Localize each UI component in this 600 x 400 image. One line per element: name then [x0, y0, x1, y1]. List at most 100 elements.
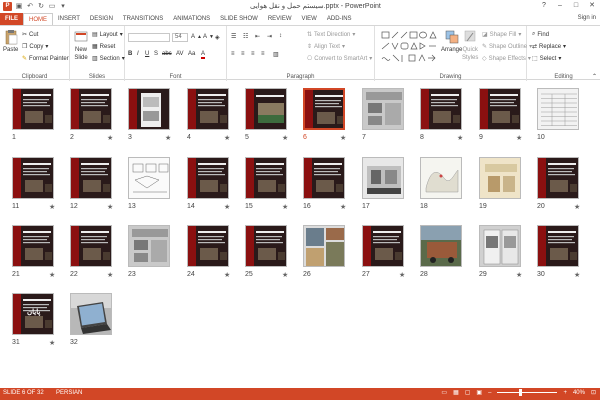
slideshow-view-icon[interactable]: ▣ [476, 389, 482, 396]
animation-star-icon[interactable]: ★ [107, 203, 113, 211]
shapes-gallery-icon[interactable] [381, 31, 439, 65]
slide-thumbnail[interactable] [479, 157, 521, 199]
line-spacing-button[interactable]: ↕ [279, 33, 282, 39]
slide-thumbnail[interactable] [128, 157, 170, 199]
align-text-button[interactable]: ⇕ Align Text ▾ [307, 43, 345, 51]
zoom-level[interactable]: 40% [573, 390, 585, 396]
justify-button[interactable]: ≡ [261, 51, 265, 57]
sign-in-link[interactable]: Sign in [578, 15, 596, 21]
slide-thumbnail[interactable] [128, 88, 170, 130]
quick-styles-button[interactable]: Quick Styles [462, 29, 478, 61]
slide-thumbnail[interactable] [245, 88, 287, 130]
minimize-icon[interactable]: – [552, 0, 568, 10]
slide-thumbnail[interactable] [537, 88, 579, 130]
animation-star-icon[interactable]: ★ [282, 271, 288, 279]
layout-button[interactable]: ▤ Layout ▾ [92, 31, 123, 39]
align-right-button[interactable]: ≡ [251, 51, 255, 57]
slide-thumbnail[interactable] [420, 157, 462, 199]
shape-effects-button[interactable]: ◇ Shape Effects ▾ [482, 55, 531, 63]
slide-thumbnail[interactable] [12, 225, 54, 267]
paste-button[interactable]: Paste [3, 29, 18, 53]
char-spacing-button[interactable]: AV [176, 51, 184, 57]
font-size-input[interactable]: 54 [172, 33, 188, 42]
animation-star-icon[interactable]: ★ [49, 339, 55, 347]
tab-insert[interactable]: INSERT [53, 13, 85, 25]
animation-star-icon[interactable]: ★ [49, 203, 55, 211]
normal-view-icon[interactable]: ▭ [441, 389, 447, 396]
undo-icon[interactable]: ↶ [26, 2, 34, 10]
increase-font-button[interactable]: A ▲ [191, 34, 202, 40]
slide-thumbnail[interactable] [537, 225, 579, 267]
slide-thumbnail[interactable] [187, 88, 229, 130]
select-button[interactable]: ⬚ Select ▾ [532, 55, 561, 63]
tab-add-ins[interactable]: ADD-INS [322, 13, 357, 25]
zoom-out-button[interactable]: – [488, 390, 491, 396]
zoom-in-button[interactable]: + [563, 390, 567, 396]
columns-button[interactable]: ▥ [273, 51, 279, 58]
find-button[interactable]: ⌕ Find [532, 31, 549, 38]
section-button[interactable]: ▥ Section ▾ [92, 55, 125, 63]
tab-view[interactable]: VIEW [297, 13, 322, 25]
tab-transitions[interactable]: TRANSITIONS [118, 13, 168, 25]
animation-star-icon[interactable]: ★ [399, 271, 405, 279]
shadow-button[interactable]: S [154, 51, 158, 57]
language-indicator[interactable]: PERSIAN [56, 390, 82, 396]
reading-view-icon[interactable]: ▢ [465, 389, 471, 396]
format-painter-button[interactable]: ✎ Format Painter [22, 55, 69, 63]
font-color-button[interactable]: A [201, 51, 206, 59]
copy-button[interactable]: ❐ Copy ▾ [22, 43, 48, 51]
zoom-slider-thumb[interactable] [519, 389, 523, 396]
tab-animations[interactable]: ANIMATIONS [168, 13, 215, 25]
slide-thumbnail[interactable] [70, 88, 112, 130]
slide-thumbnail[interactable] [362, 225, 404, 267]
animation-star-icon[interactable]: ★ [282, 203, 288, 211]
animation-star-icon[interactable]: ★ [574, 203, 580, 211]
animation-star-icon[interactable]: ★ [457, 134, 463, 142]
slide-thumbnail[interactable] [12, 157, 54, 199]
animation-star-icon[interactable]: ★ [516, 271, 522, 279]
animation-star-icon[interactable]: ★ [282, 134, 288, 142]
animation-star-icon[interactable]: ★ [49, 271, 55, 279]
fit-slide-icon[interactable]: ⊡ [591, 389, 596, 396]
shape-fill-button[interactable]: ◪ Shape Fill ▾ [482, 31, 521, 39]
font-name-input[interactable] [128, 33, 170, 42]
new-slide-button[interactable]: New Slide [74, 29, 88, 61]
animation-star-icon[interactable]: ★ [224, 203, 230, 211]
slide-thumbnail[interactable] [362, 88, 404, 130]
redo-icon[interactable]: ↻ [37, 2, 45, 10]
slide-thumbnail[interactable] [245, 157, 287, 199]
change-case-button[interactable]: Aa [188, 51, 195, 57]
animation-star-icon[interactable]: ★ [224, 271, 230, 279]
arrange-button[interactable]: Arrange [441, 29, 462, 53]
text-direction-button[interactable]: ⇅ Text Direction ▾ [307, 31, 355, 39]
slide-thumbnail[interactable] [70, 293, 112, 335]
slide-thumbnail[interactable] [70, 225, 112, 267]
animation-star-icon[interactable]: ★ [340, 134, 346, 142]
slide-thumbnail[interactable] [128, 225, 170, 267]
decrease-font-button[interactable]: A ▼ [203, 34, 214, 40]
slide-thumbnail[interactable] [420, 225, 462, 267]
zoom-slider[interactable] [497, 389, 558, 396]
bullets-button[interactable]: ☰ [231, 33, 236, 40]
animation-star-icon[interactable]: ★ [107, 134, 113, 142]
animation-star-icon[interactable]: ★ [574, 271, 580, 279]
slide-thumbnail[interactable] [245, 225, 287, 267]
collapse-ribbon-icon[interactable]: ⌃ [592, 73, 597, 80]
align-left-button[interactable]: ≡ [231, 51, 235, 57]
shape-outline-button[interactable]: ✎ Shape Outline ▾ [482, 43, 532, 51]
clear-formatting-icon[interactable]: ◈ [215, 34, 220, 41]
start-slideshow-icon[interactable]: ▭ [48, 2, 56, 10]
align-center-button[interactable]: ≡ [241, 51, 245, 57]
animation-star-icon[interactable]: ★ [224, 134, 230, 142]
replace-button[interactable]: ⇄ Replace ▾ [532, 43, 566, 51]
reset-button[interactable]: ▦ Reset [92, 43, 115, 51]
save-icon[interactable]: ▣ [15, 2, 23, 10]
convert-smartart-button[interactable]: ⎔ Convert to SmartArt ▾ [307, 55, 372, 63]
tab-review[interactable]: REVIEW [263, 13, 297, 25]
maximize-icon[interactable]: □ [568, 0, 584, 10]
italic-button[interactable]: I [137, 51, 139, 57]
underline-button[interactable]: U [145, 51, 149, 57]
slide-thumbnail[interactable] [479, 88, 521, 130]
slide-thumbnail[interactable] [187, 157, 229, 199]
decrease-indent-button[interactable]: ⇤ [255, 33, 260, 40]
